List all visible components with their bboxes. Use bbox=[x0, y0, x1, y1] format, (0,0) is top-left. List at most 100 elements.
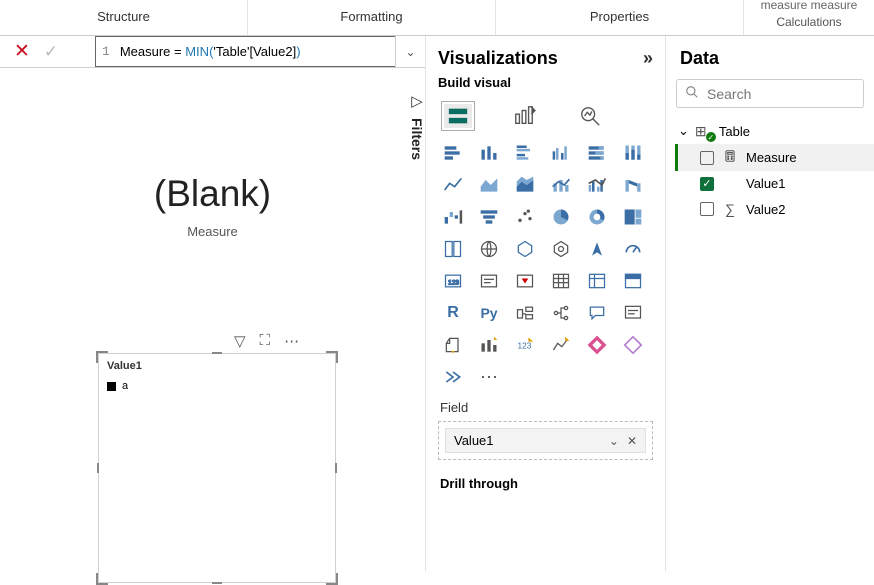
viz-multi-row-card[interactable]: 123 bbox=[438, 268, 468, 294]
visualizations-title: Visualizations » bbox=[438, 48, 653, 69]
search-input[interactable]: Search bbox=[676, 79, 864, 108]
field-well[interactable]: Value1 ⌄ ✕ bbox=[438, 421, 653, 460]
ribbon-group-calculations: measure measure Calculations bbox=[744, 0, 874, 35]
viz-100-stacked-bar[interactable] bbox=[582, 140, 612, 166]
viz-ribbon[interactable] bbox=[618, 172, 648, 198]
sigma-icon: ∑ bbox=[722, 201, 738, 217]
viz-stacked-column[interactable] bbox=[474, 140, 504, 166]
field-chip-value1[interactable]: Value1 ⌄ ✕ bbox=[445, 428, 646, 453]
field-well-header: Field bbox=[440, 400, 653, 415]
viz-pie[interactable] bbox=[546, 204, 576, 230]
viz-line[interactable] bbox=[438, 172, 468, 198]
field-chip-remove-icon[interactable]: ✕ bbox=[627, 434, 637, 448]
field-value2[interactable]: ∑ Value2 bbox=[676, 196, 874, 222]
field-chip-label: Value1 bbox=[454, 433, 494, 448]
viz-shape-map[interactable] bbox=[546, 236, 576, 262]
field-label: Measure bbox=[746, 150, 797, 165]
viz-filled-map[interactable] bbox=[474, 236, 504, 262]
cancel-formula-icon[interactable]: ✕ bbox=[14, 40, 30, 63]
focus-mode-icon[interactable]: ⛶ bbox=[260, 332, 271, 350]
viz-waterfall[interactable] bbox=[438, 204, 468, 230]
data-title: Data bbox=[680, 48, 874, 69]
build-visual-label: Build visual bbox=[438, 75, 653, 90]
tab-structure[interactable]: Structure bbox=[0, 0, 248, 35]
formula-code: Measure = MIN('Table'[Value2]) bbox=[120, 44, 301, 60]
analytics-tab[interactable] bbox=[576, 104, 604, 128]
selected-visual[interactable]: Value1 a bbox=[98, 353, 336, 583]
ribbon-tabs: Structure Formatting Properties measure … bbox=[0, 0, 874, 36]
viz-treemap[interactable] bbox=[618, 204, 648, 230]
viz-area[interactable] bbox=[474, 172, 504, 198]
calculator-icon bbox=[722, 149, 738, 166]
viz-r-visual[interactable] bbox=[618, 268, 648, 294]
viz-azure-map[interactable] bbox=[510, 236, 540, 262]
viz-power-automate[interactable]: 123 bbox=[510, 332, 540, 358]
viz-stacked-area[interactable] bbox=[510, 172, 540, 198]
viz-decomposition-tree[interactable] bbox=[546, 300, 576, 326]
viz-card[interactable] bbox=[618, 236, 648, 262]
checkbox[interactable] bbox=[700, 151, 714, 165]
formula-bar: ✕ ✓ 1 Measure = MIN('Table'[Value2]) ⌄ bbox=[0, 36, 425, 68]
legend-item: a bbox=[99, 378, 335, 394]
table-node[interactable]: ⌄ ⊞✓ Table bbox=[676, 118, 874, 144]
format-visual-tab[interactable] bbox=[510, 104, 538, 128]
tab-formatting[interactable]: Formatting bbox=[248, 0, 496, 35]
collapse-pane-icon[interactable]: » bbox=[643, 48, 653, 69]
viz-power-apps[interactable] bbox=[474, 332, 504, 358]
viz-scatter[interactable] bbox=[510, 204, 540, 230]
viz-table[interactable] bbox=[546, 268, 576, 294]
viz-get-more[interactable] bbox=[618, 332, 648, 358]
viz-map[interactable] bbox=[438, 236, 468, 262]
viz-donut[interactable] bbox=[582, 204, 612, 230]
visualizations-pane: Visualizations » Build visual bbox=[425, 36, 665, 571]
viz-more-icon[interactable]: ⋯ bbox=[474, 364, 504, 390]
viz-custom-visual[interactable] bbox=[582, 332, 612, 358]
checkbox[interactable]: ✓ bbox=[700, 177, 714, 191]
field-label: Value1 bbox=[746, 176, 786, 191]
viz-line-clustered-column[interactable] bbox=[582, 172, 612, 198]
field-chip-dropdown-icon[interactable]: ⌄ bbox=[609, 434, 619, 448]
viz-kpi[interactable] bbox=[474, 268, 504, 294]
legend-label: a bbox=[122, 380, 128, 392]
viz-slicer[interactable] bbox=[510, 268, 540, 294]
drill-through-header: Drill through bbox=[440, 476, 653, 491]
viz-smart-narrative[interactable] bbox=[618, 300, 648, 326]
viz-stacked-bar[interactable] bbox=[438, 140, 468, 166]
viz-qa[interactable] bbox=[582, 300, 612, 326]
legend-swatch bbox=[107, 382, 116, 391]
viz-python[interactable]: Py bbox=[474, 300, 504, 326]
viz-clustered-column[interactable] bbox=[546, 140, 576, 166]
report-canvas[interactable]: (Blank) Measure ▽ ⛶ ⋯ Value1 a bbox=[0, 68, 425, 571]
viz-100-stacked-column[interactable] bbox=[618, 140, 648, 166]
svg-text:123: 123 bbox=[448, 279, 459, 286]
viz-anomaly[interactable] bbox=[546, 332, 576, 358]
search-icon bbox=[685, 85, 699, 102]
viz-matrix[interactable] bbox=[582, 268, 612, 294]
formula-expand-icon[interactable]: ⌄ bbox=[395, 36, 425, 67]
viz-key-influencers[interactable] bbox=[510, 300, 540, 326]
build-visual-tab[interactable] bbox=[444, 104, 472, 128]
field-measure[interactable]: Measure bbox=[675, 144, 874, 171]
card-label: Measure bbox=[0, 224, 425, 239]
visual-type-grid: 123 R Py 123 ⋯ bbox=[438, 140, 653, 390]
data-pane: Data Search ⌄ ⊞✓ Table Measure bbox=[665, 36, 874, 571]
viz-r-script[interactable]: R bbox=[438, 300, 468, 326]
tab-properties[interactable]: Properties bbox=[496, 0, 744, 35]
viz-arcgis[interactable] bbox=[438, 364, 468, 390]
viz-paginated[interactable] bbox=[438, 332, 468, 358]
viz-clustered-bar[interactable] bbox=[510, 140, 540, 166]
visual-header: Value1 bbox=[99, 354, 335, 378]
viz-line-stacked-column[interactable] bbox=[546, 172, 576, 198]
svg-text:123: 123 bbox=[518, 340, 532, 350]
viz-gauge[interactable] bbox=[582, 236, 612, 262]
formula-input[interactable]: 1 Measure = MIN('Table'[Value2]) bbox=[95, 36, 395, 67]
field-value1[interactable]: ✓ Value1 bbox=[676, 171, 874, 196]
filter-icon[interactable]: ▽ bbox=[234, 332, 246, 350]
formula-line-number: 1 bbox=[102, 44, 110, 59]
more-options-icon[interactable]: ⋯ bbox=[284, 332, 299, 350]
table-name: Table bbox=[719, 124, 750, 139]
viz-funnel[interactable] bbox=[474, 204, 504, 230]
checkbox[interactable] bbox=[700, 202, 714, 216]
commit-formula-icon[interactable]: ✓ bbox=[44, 42, 58, 62]
search-placeholder: Search bbox=[707, 86, 751, 102]
